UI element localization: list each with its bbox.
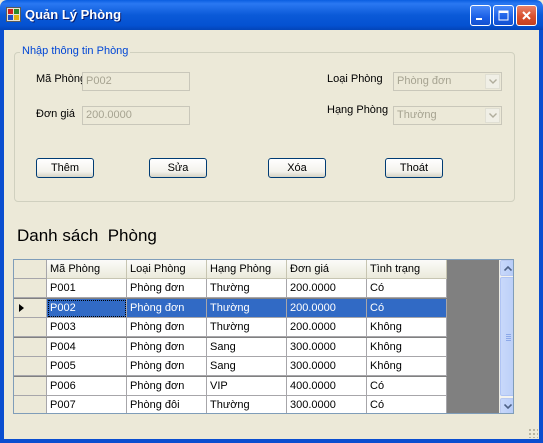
loai-phong-select[interactable]: Phòng đơn	[393, 72, 502, 91]
close-icon	[522, 11, 531, 20]
vertical-scrollbar[interactable]	[499, 260, 513, 413]
table-cell[interactable]: P004	[47, 337, 127, 357]
row-header[interactable]	[14, 396, 47, 413]
table-cell[interactable]: Có	[367, 298, 447, 318]
table-cell[interactable]: 200.0000	[287, 298, 367, 318]
table-cell[interactable]: Thường	[207, 396, 287, 413]
table-cell[interactable]: Thường	[207, 318, 287, 337]
table-cell[interactable]: Có	[367, 279, 447, 298]
table-cell[interactable]: P001	[47, 279, 127, 298]
chevron-down-icon[interactable]	[485, 108, 500, 123]
table-cell[interactable]: Không	[367, 357, 447, 376]
hang-phong-select[interactable]: Thường	[393, 106, 502, 125]
list-heading: Danh sách Phòng	[17, 226, 157, 245]
table-cell[interactable]: P006	[47, 376, 127, 396]
xoa-button[interactable]: Xóa	[268, 158, 326, 178]
chevron-down-icon[interactable]	[485, 74, 500, 89]
them-button[interactable]: Thêm	[36, 158, 94, 178]
scroll-up-button[interactable]	[500, 260, 513, 276]
grid-corner-header[interactable]	[14, 260, 47, 279]
group-title: Nhập thông tin Phòng	[20, 45, 131, 57]
resize-grip-icon[interactable]	[528, 428, 538, 438]
maximize-icon	[498, 10, 509, 21]
window-title: Quản Lý Phòng	[25, 7, 122, 22]
table-cell[interactable]: Không	[367, 337, 447, 357]
table-cell[interactable]: P003	[47, 318, 127, 337]
room-datagrid[interactable]: Mã Phòng Loại Phòng Hạng Phòng Đơn giá T…	[13, 259, 514, 414]
table-cell[interactable]: 300.0000	[287, 337, 367, 357]
table-cell[interactable]: Phòng đôi	[127, 396, 207, 413]
chevron-up-icon	[503, 265, 512, 271]
row-header[interactable]	[14, 298, 47, 318]
table-row[interactable]: P002 Phòng đơn Thường 200.0000 Có	[14, 298, 447, 318]
table-cell[interactable]: Thường	[207, 279, 287, 298]
column-header[interactable]: Loại Phòng	[127, 260, 207, 279]
table-cell[interactable]: Phòng đơn	[127, 279, 207, 298]
column-header[interactable]: Đơn giá	[287, 260, 367, 279]
sua-button[interactable]: Sửa	[149, 158, 207, 178]
minimize-icon	[476, 18, 482, 20]
ma-phong-label: Mã Phòng	[36, 73, 87, 85]
table-row[interactable]: P005 Phòng đơn Sang 300.0000 Không	[14, 357, 447, 376]
close-button[interactable]	[516, 5, 537, 26]
row-header[interactable]	[14, 279, 47, 298]
row-header[interactable]	[14, 376, 47, 396]
table-cell[interactable]: Có	[367, 396, 447, 413]
scroll-down-button[interactable]	[500, 398, 513, 413]
table-row[interactable]: P004 Phòng đơn Sang 300.0000 Không	[14, 337, 447, 357]
column-header[interactable]: Tình trạng	[367, 260, 447, 279]
hang-phong-value: Thường	[397, 109, 437, 121]
loai-phong-label: Loại Phòng	[327, 73, 383, 85]
table-cell[interactable]: Phòng đơn	[127, 298, 207, 318]
minimize-button[interactable]	[470, 5, 491, 26]
table-row[interactable]: P003 Phòng đơn Thường 200.0000 Không	[14, 318, 447, 337]
title-bar[interactable]: Quản Lý Phòng	[0, 0, 543, 30]
table-cell[interactable]: Không	[367, 318, 447, 337]
column-header[interactable]: Hạng Phòng	[207, 260, 287, 279]
table-cell[interactable]: Sang	[207, 337, 287, 357]
loai-phong-value: Phòng đơn	[397, 75, 452, 87]
chevron-down-icon	[503, 403, 512, 409]
table-cell[interactable]: Phòng đơn	[127, 376, 207, 396]
table-cell[interactable]: Có	[367, 376, 447, 396]
maximize-button[interactable]	[493, 5, 514, 26]
row-header[interactable]	[14, 357, 47, 376]
table-row[interactable]: P001 Phòng đơn Thường 200.0000 Có	[14, 279, 447, 298]
table-cell[interactable]: P002	[47, 298, 127, 318]
table-cell[interactable]: 300.0000	[287, 396, 367, 413]
table-cell[interactable]: P005	[47, 357, 127, 376]
table-row[interactable]: P007 Phòng đôi Thường 300.0000 Có	[14, 396, 447, 413]
app-icon	[6, 7, 21, 22]
don-gia-label: Đơn giá	[36, 108, 76, 120]
table-cell[interactable]: Sang	[207, 357, 287, 376]
table-cell[interactable]: Phòng đơn	[127, 337, 207, 357]
table-cell[interactable]: Phòng đơn	[127, 357, 207, 376]
row-header[interactable]	[14, 337, 47, 357]
grid-header-row: Mã Phòng Loại Phòng Hạng Phòng Đơn giá T…	[14, 260, 447, 279]
table-cell[interactable]: P007	[47, 396, 127, 413]
scroll-thumb[interactable]	[500, 277, 513, 396]
table-cell[interactable]: 200.0000	[287, 279, 367, 298]
table-cell[interactable]: Phòng đơn	[127, 318, 207, 337]
column-header[interactable]: Mã Phòng	[47, 260, 127, 279]
current-row-arrow-icon	[19, 303, 24, 312]
table-cell[interactable]: Thường	[207, 298, 287, 318]
row-header[interactable]	[14, 318, 47, 337]
table-cell[interactable]: 200.0000	[287, 318, 367, 337]
thoat-button[interactable]: Thoát	[385, 158, 443, 178]
ma-phong-input[interactable]: P002	[82, 72, 190, 91]
table-cell[interactable]: VIP	[207, 376, 287, 396]
hang-phong-label: Hạng Phòng	[327, 104, 389, 116]
table-cell[interactable]: 400.0000	[287, 376, 367, 396]
table-row[interactable]: P006 Phòng đơn VIP 400.0000 Có	[14, 376, 447, 396]
don-gia-input[interactable]: 200.0000	[82, 106, 190, 125]
table-cell[interactable]: 300.0000	[287, 357, 367, 376]
